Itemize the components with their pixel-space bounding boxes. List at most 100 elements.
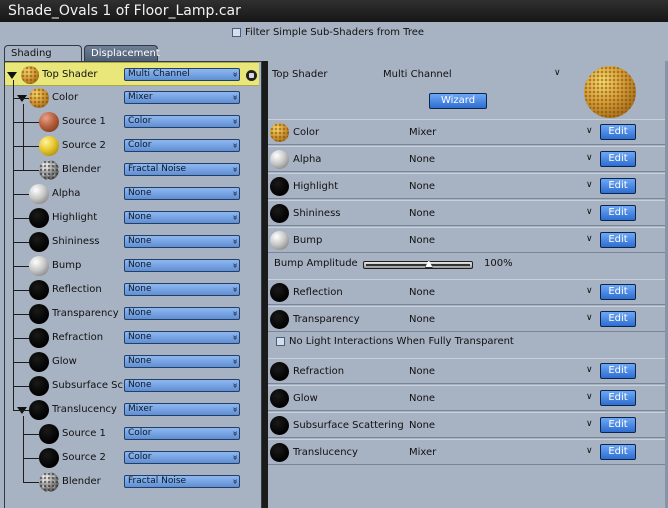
shader-type-dropdown[interactable]: Mixer » bbox=[124, 91, 240, 104]
shader-type-dropdown[interactable]: Fractal Noise » bbox=[124, 475, 240, 488]
no-light-interactions-checkbox[interactable] bbox=[276, 337, 285, 346]
tree-row-shininess[interactable]: Shininess None » bbox=[5, 230, 259, 254]
shader-type-dropdown[interactable]: Mixer » bbox=[124, 403, 240, 416]
channel-shader-value[interactable]: None bbox=[409, 366, 435, 377]
tree-row-alpha[interactable]: Alpha None » bbox=[5, 182, 259, 206]
tree-row-subsurface-sc[interactable]: Subsurface Sc None » bbox=[5, 374, 259, 398]
tree-row-bump[interactable]: Bump None » bbox=[5, 254, 259, 278]
shader-type-dropdown[interactable]: Color » bbox=[124, 427, 240, 440]
shader-type-dropdown[interactable]: None » bbox=[124, 307, 240, 320]
filter-row[interactable]: Filter Simple Sub-Shaders from Tree bbox=[232, 25, 424, 39]
chevron-down-icon[interactable]: ∨ bbox=[586, 365, 593, 375]
shader-preview-sphere bbox=[29, 256, 49, 276]
channel-label: Subsurface Scattering bbox=[293, 420, 404, 431]
tree-row-glow[interactable]: Glow None » bbox=[5, 350, 259, 374]
shader-type-dropdown[interactable]: Color » bbox=[124, 451, 240, 464]
channel-shader-value[interactable]: Mixer bbox=[409, 447, 436, 458]
shader-type-dropdown[interactable]: None » bbox=[124, 259, 240, 272]
shader-type-dropdown[interactable]: None » bbox=[124, 379, 240, 392]
tree-row-refraction[interactable]: Refraction None » bbox=[5, 326, 259, 350]
channel-label: Color bbox=[293, 127, 320, 138]
shader-type-dropdown[interactable]: Multi Channel » bbox=[124, 68, 240, 81]
tree-row-color[interactable]: Color Mixer » bbox=[5, 86, 259, 110]
channel-label: Highlight bbox=[293, 181, 339, 192]
channel-shader-value[interactable]: None bbox=[409, 420, 435, 431]
channel-shader-value[interactable]: None bbox=[409, 181, 435, 192]
chevron-down-icon: » bbox=[229, 214, 240, 221]
shader-type-dropdown[interactable]: None » bbox=[124, 211, 240, 224]
wizard-button[interactable]: Wizard bbox=[429, 93, 487, 109]
chevron-down-icon[interactable]: ∨ bbox=[586, 392, 593, 402]
channel-shader-value[interactable]: None bbox=[409, 393, 435, 404]
bump-amplitude-label: Bump Amplitude bbox=[274, 258, 358, 269]
shader-type-dropdown[interactable]: None » bbox=[124, 235, 240, 248]
dropdown-value: Multi Channel bbox=[128, 69, 190, 79]
expand-triangle-icon[interactable] bbox=[7, 72, 17, 79]
channel-shader-value[interactable]: None bbox=[409, 208, 435, 219]
channel-shader-value[interactable]: Mixer bbox=[409, 127, 436, 138]
edit-button[interactable]: Edit bbox=[600, 417, 636, 433]
channel-label: Refraction bbox=[293, 366, 345, 377]
channel-shader-value[interactable]: None bbox=[409, 235, 435, 246]
chevron-down-icon[interactable]: ∨ bbox=[554, 68, 561, 78]
chevron-down-icon: » bbox=[229, 94, 240, 101]
tree-connector-line bbox=[13, 290, 29, 291]
shader-type-dropdown[interactable]: None » bbox=[124, 283, 240, 296]
top-shader-value[interactable]: Multi Channel bbox=[383, 69, 452, 80]
tree-row-source-1[interactable]: Source 1 Color » bbox=[5, 110, 259, 134]
tree-row-source-2[interactable]: Source 2 Color » bbox=[5, 134, 259, 158]
shader-type-dropdown[interactable]: Color » bbox=[124, 139, 240, 152]
shader-preview-sphere bbox=[29, 304, 49, 324]
chevron-down-icon[interactable]: ∨ bbox=[586, 234, 593, 244]
channel-label: Shininess bbox=[293, 208, 341, 219]
edit-button[interactable]: Edit bbox=[600, 284, 636, 300]
edit-button[interactable]: Edit bbox=[600, 205, 636, 221]
chevron-down-icon[interactable]: ∨ bbox=[586, 180, 593, 190]
tree-row-reflection[interactable]: Reflection None » bbox=[5, 278, 259, 302]
edit-button[interactable]: Edit bbox=[600, 124, 636, 140]
chevron-down-icon[interactable]: ∨ bbox=[586, 153, 593, 163]
chevron-down-icon[interactable]: ∨ bbox=[586, 313, 593, 323]
shader-type-dropdown[interactable]: None » bbox=[124, 187, 240, 200]
edit-button[interactable]: Edit bbox=[600, 444, 636, 460]
chevron-down-icon[interactable]: ∨ bbox=[586, 126, 593, 136]
edit-button[interactable]: Edit bbox=[600, 363, 636, 379]
edit-button[interactable]: Edit bbox=[600, 178, 636, 194]
chevron-down-icon[interactable]: ∨ bbox=[586, 446, 593, 456]
shader-type-dropdown[interactable]: Fractal Noise » bbox=[124, 163, 240, 176]
dropdown-value: None bbox=[128, 380, 152, 390]
chevron-down-icon[interactable]: ∨ bbox=[586, 419, 593, 429]
dropdown-value: Mixer bbox=[128, 92, 153, 102]
tree-row-source-1[interactable]: Source 1 Color » bbox=[5, 422, 259, 446]
filter-checkbox[interactable] bbox=[232, 27, 241, 37]
edit-button[interactable]: Edit bbox=[600, 151, 636, 167]
edit-button[interactable]: Edit bbox=[600, 311, 636, 327]
delete-shader-icon[interactable] bbox=[246, 70, 257, 81]
channel-shader-value[interactable]: None bbox=[409, 287, 435, 298]
channel-shader-value[interactable]: None bbox=[409, 314, 435, 325]
chevron-down-icon[interactable]: ∨ bbox=[586, 207, 593, 217]
channel-shader-value[interactable]: None bbox=[409, 154, 435, 165]
tree-row-blender[interactable]: Blender Fractal Noise » bbox=[5, 470, 259, 494]
top-shader-label: Top Shader bbox=[272, 69, 328, 80]
edit-button[interactable]: Edit bbox=[600, 390, 636, 406]
tree-row-transparency[interactable]: Transparency None » bbox=[5, 302, 259, 326]
chevron-down-icon[interactable]: ∨ bbox=[586, 286, 593, 296]
chevron-down-icon: » bbox=[229, 358, 240, 365]
tree-connector-line bbox=[13, 338, 29, 339]
tree-row-translucency[interactable]: Translucency Mixer » bbox=[5, 398, 259, 422]
edit-button[interactable]: Edit bbox=[600, 232, 636, 248]
tab-shading[interactable]: Shading bbox=[4, 45, 82, 61]
tree-row-highlight[interactable]: Highlight None » bbox=[5, 206, 259, 230]
tree-row-source-2[interactable]: Source 2 Color » bbox=[5, 446, 259, 470]
shader-type-dropdown[interactable]: None » bbox=[124, 331, 240, 344]
tree-row-top-shader[interactable]: Top Shader Multi Channel » bbox=[5, 62, 259, 86]
chevron-down-icon: » bbox=[229, 166, 240, 173]
bump-amplitude-slider[interactable] bbox=[363, 260, 473, 269]
shader-type-dropdown[interactable]: Color » bbox=[124, 115, 240, 128]
tree-item-label: Glow bbox=[52, 356, 77, 367]
no-light-interactions-row[interactable]: No Light Interactions When Fully Transpa… bbox=[276, 336, 514, 347]
tree-row-blender[interactable]: Blender Fractal Noise » bbox=[5, 158, 259, 182]
tab-displacement[interactable]: Displacement bbox=[84, 45, 160, 61]
shader-type-dropdown[interactable]: None » bbox=[124, 355, 240, 368]
